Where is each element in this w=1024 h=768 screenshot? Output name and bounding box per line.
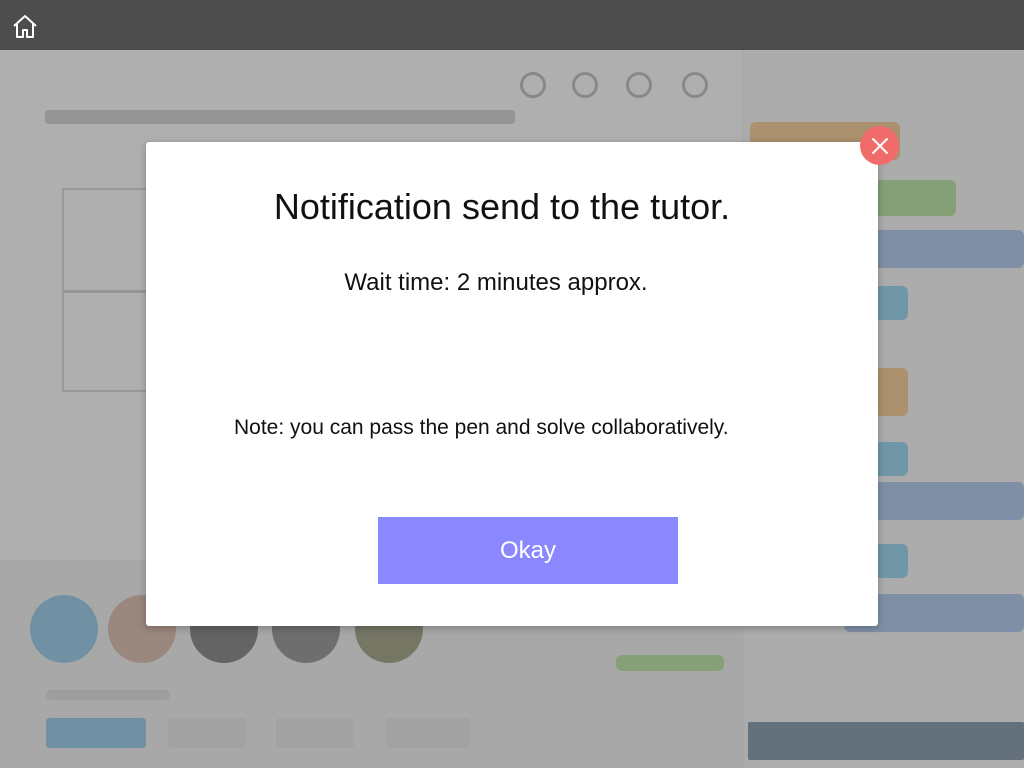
dialog-title: Notification send to the tutor. [273,186,731,227]
home-button[interactable] [10,11,40,41]
wait-time-text: Wait time: 2 minutes approx. [344,269,648,296]
top-bar [0,0,1024,50]
notification-dialog: Notification send to the tutor. Wait tim… [146,142,878,626]
home-icon [13,15,37,38]
close-icon [871,137,888,154]
okay-button[interactable]: Okay [378,517,678,584]
close-button[interactable] [860,126,899,165]
note-text: Note: you can pass the pen and solve col… [234,416,729,439]
